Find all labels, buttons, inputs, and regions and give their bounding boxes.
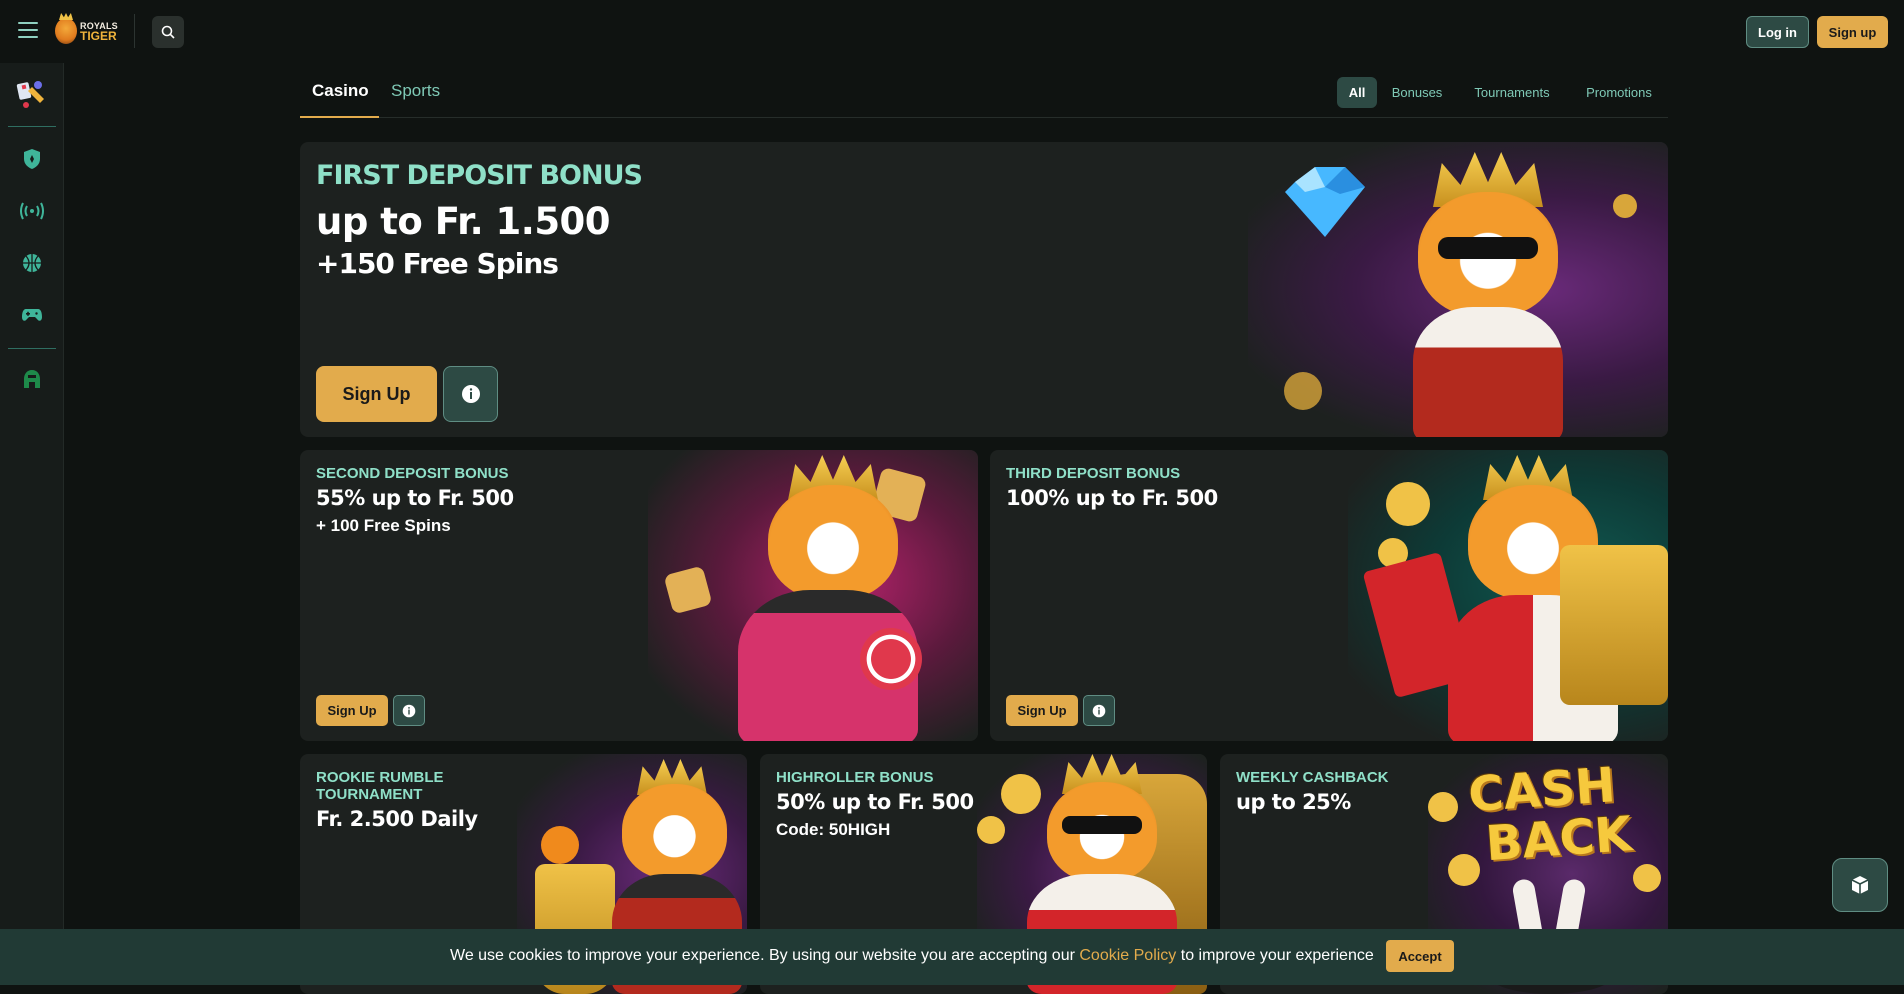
casino-chip-icon [860, 628, 922, 690]
promo-art [1348, 450, 1668, 741]
helmet-icon [24, 370, 40, 388]
promo-title: 100% up to Fr. 500 [1006, 486, 1218, 510]
tiger-logo-icon [55, 18, 77, 44]
diamond-icon [1285, 167, 1365, 237]
promo-tag: WEEKLY CASHBACK [1236, 769, 1389, 786]
tiger-mascot [1358, 152, 1618, 437]
promo-title: up to Fr. 1.500 [316, 200, 611, 243]
sidebar-item-security[interactable] [14, 141, 50, 177]
cookie-message: We use cookies to improve your experienc… [450, 947, 1374, 965]
gamepad-icon [22, 309, 42, 321]
info-icon [402, 704, 416, 717]
tab-casino[interactable]: Casino [312, 81, 369, 101]
sidebar-item-casino[interactable] [14, 77, 50, 113]
cashback-art-text: CASH BACK [1467, 757, 1654, 873]
filter-promotions[interactable]: Promotions [1580, 77, 1658, 108]
promo-tag: HIGHROLLER BONUS [776, 769, 934, 786]
signup-button[interactable]: Sign up [1817, 16, 1888, 48]
promo-title: Fr. 2.500 Daily [316, 807, 478, 831]
promo-art [648, 450, 978, 741]
promo-subtitle: +150 Free Spins [316, 247, 559, 280]
promo-tag: FIRST DEPOSIT BONUS [316, 160, 643, 191]
coin-icon [977, 816, 1005, 844]
promo-title: 50% up to Fr. 500 [776, 790, 974, 814]
promo-code: Code: 50HIGH [776, 820, 891, 839]
cookie-text-before: We use cookies to improve your experienc… [450, 947, 1080, 964]
promo-signup-button[interactable]: Sign Up [316, 695, 388, 726]
header-divider [134, 14, 135, 48]
coin-icon [1633, 864, 1661, 892]
basketball-icon [23, 254, 41, 272]
coin-icon [1386, 482, 1430, 526]
orange-icon [541, 826, 579, 864]
tabs-row: Casino Sports All Bonuses Tournaments Pr… [300, 63, 1668, 118]
sidebar-item-vip[interactable] [14, 361, 50, 397]
tiger-mascot [708, 455, 948, 741]
chip-icon [1284, 372, 1322, 410]
search-button[interactable] [152, 16, 184, 48]
promo-art [1248, 142, 1668, 437]
login-button[interactable]: Log in [1746, 16, 1809, 48]
filter-bonuses[interactable]: Bonuses [1388, 77, 1446, 108]
dice-icon [663, 565, 713, 615]
info-icon [461, 385, 480, 403]
shield-icon [24, 149, 40, 169]
promo-info-button[interactable] [443, 366, 498, 422]
promo-subtitle: + 100 Free Spins [316, 516, 451, 535]
coin-icon [1448, 854, 1480, 886]
chat-button[interactable] [1832, 858, 1888, 912]
promo-tag: THIRD DEPOSIT BONUS [1006, 465, 1181, 482]
sidebar-separator [8, 348, 56, 349]
filter-all[interactable]: All [1337, 77, 1377, 108]
casino-icon [16, 81, 44, 108]
safe-icon [1560, 545, 1668, 705]
cookie-policy-link[interactable]: Cookie Policy [1079, 947, 1176, 964]
active-tab-indicator [300, 116, 379, 118]
info-icon [1092, 704, 1106, 717]
coin-icon [1428, 792, 1458, 822]
promo-info-button[interactable] [393, 695, 425, 726]
sidebar [0, 63, 64, 985]
sidebar-item-live[interactable] [14, 193, 50, 229]
chip-icon [1613, 194, 1637, 218]
logo[interactable]: ROYALS TIGER [55, 16, 121, 46]
cookie-accept-button[interactable]: Accept [1386, 940, 1454, 972]
cookie-text-after: to improve your experience [1176, 947, 1374, 964]
promo-tag: SECOND DEPOSIT BONUS [316, 465, 509, 482]
promo-card-third-deposit[interactable]: THIRD DEPOSIT BONUS 100% up to Fr. 500 S… [990, 450, 1668, 741]
tab-sports[interactable]: Sports [391, 81, 440, 101]
cashback-word-2: BACK [1483, 806, 1634, 873]
cookie-banner: We use cookies to improve your experienc… [0, 929, 1904, 985]
sidebar-separator [8, 126, 56, 127]
search-icon [161, 25, 175, 39]
logo-text-line2: TIGER [80, 29, 117, 43]
promo-signup-button[interactable]: Sign Up [316, 366, 437, 422]
menu-icon[interactable] [18, 22, 38, 38]
promo-title: up to 25% [1236, 790, 1351, 814]
promo-card-first-deposit[interactable]: FIRST DEPOSIT BONUS up to Fr. 1.500 +150… [300, 142, 1668, 437]
top-bar: ROYALS TIGER Log in Sign up [0, 0, 1904, 63]
promo-title: 55% up to Fr. 500 [316, 486, 514, 510]
live-broadcast-icon [20, 202, 44, 220]
promo-signup-button[interactable]: Sign Up [1006, 695, 1078, 726]
sidebar-item-sports[interactable] [14, 245, 50, 281]
chat-icon [1851, 876, 1869, 894]
promo-tag: ROOKIE RUMBLE TOURNAMENT [316, 769, 444, 803]
filter-tournaments[interactable]: Tournaments [1468, 77, 1556, 108]
sidebar-item-games[interactable] [14, 297, 50, 333]
promo-card-second-deposit[interactable]: SECOND DEPOSIT BONUS 55% up to Fr. 500 +… [300, 450, 978, 741]
promo-info-button[interactable] [1083, 695, 1115, 726]
